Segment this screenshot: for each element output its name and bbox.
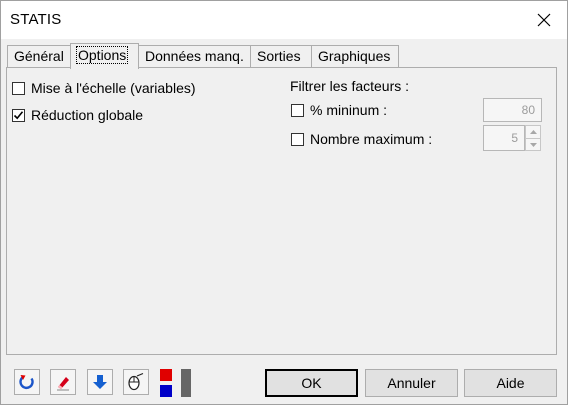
close-button[interactable] [521, 1, 567, 39]
mouse-select-icon [128, 372, 144, 391]
tab-missing-data-label: Données manq. [145, 48, 244, 64]
eraser-icon [57, 377, 69, 391]
scaling-checkbox[interactable] [12, 81, 25, 95]
cancel-button[interactable]: Annuler [365, 369, 458, 397]
tab-charts[interactable]: Graphiques [311, 45, 399, 67]
global-reduction-label: Réduction globale [31, 107, 144, 123]
title-bar: STATIS [1, 1, 567, 39]
tab-options[interactable]: Options [70, 43, 139, 69]
chevron-down-icon [529, 143, 537, 147]
color-swatch-blue[interactable] [160, 385, 172, 397]
reset-button[interactable] [14, 369, 40, 395]
help-button-label: Aide [496, 375, 525, 391]
select-range-button[interactable] [123, 369, 149, 395]
down-button[interactable] [87, 369, 113, 395]
max-number-label: Nombre maximum : [310, 131, 433, 147]
close-icon [537, 13, 551, 27]
chevron-up-icon [529, 130, 537, 134]
scaling-option[interactable]: Mise à l'échelle (variables) [12, 80, 196, 96]
min-percent-option[interactable]: % mininum : [291, 102, 387, 118]
max-number-input[interactable]: 5 [483, 125, 525, 151]
tab-general[interactable]: Général [7, 45, 71, 67]
max-number-option[interactable]: Nombre maximum : [291, 131, 432, 147]
tab-outputs[interactable]: Sorties [250, 45, 312, 67]
cancel-button-label: Annuler [387, 375, 436, 391]
scaling-label: Mise à l'échelle (variables) [31, 80, 196, 96]
spin-up-button[interactable] [526, 126, 540, 138]
color-swatch-red[interactable] [160, 369, 172, 381]
tab-general-label: Général [14, 48, 64, 64]
min-percent-input[interactable]: 80 [483, 98, 542, 122]
min-percent-label: % mininum : [310, 102, 388, 118]
bottom-toolbar: OK Annuler Aide [1, 357, 567, 404]
help-button[interactable]: Aide [464, 369, 557, 397]
global-reduction-option[interactable]: Réduction globale [12, 107, 143, 123]
checkmark-icon [13, 110, 24, 119]
min-percent-checkbox[interactable] [291, 103, 304, 117]
options-panel: Mise à l'échelle (variables) Réduction g… [6, 67, 557, 355]
window-title: STATIS [10, 11, 62, 28]
max-number-spinner[interactable] [525, 125, 541, 151]
global-reduction-checkbox[interactable] [12, 108, 25, 122]
filter-factors-heading: Filtrer les facteurs : [290, 78, 410, 94]
color-bar-handle[interactable] [181, 369, 191, 397]
ok-button-label: OK [301, 375, 322, 391]
dialog-window: STATIS Général Options Données manq. Sor… [0, 0, 568, 405]
reset-icon [19, 375, 34, 389]
clear-button[interactable] [50, 369, 76, 395]
download-arrow-icon [93, 375, 107, 389]
tab-charts-label: Graphiques [318, 48, 391, 64]
tab-options-label: Options [75, 46, 129, 64]
ok-button[interactable]: OK [265, 369, 358, 397]
tab-missing-data[interactable]: Données manq. [138, 45, 251, 67]
max-number-checkbox[interactable] [291, 132, 304, 146]
tab-outputs-label: Sorties [257, 48, 301, 64]
spin-down-button[interactable] [526, 138, 540, 151]
